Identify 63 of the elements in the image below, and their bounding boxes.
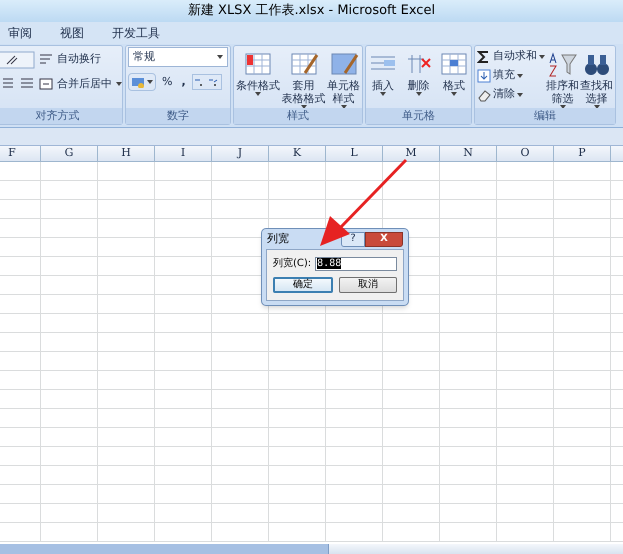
comma-button[interactable]: , bbox=[178, 73, 189, 91]
column-header[interactable]: L bbox=[326, 146, 383, 161]
funnel-icon bbox=[548, 51, 578, 79]
field-label: 列宽(C): bbox=[273, 256, 312, 271]
decimal-icons bbox=[192, 74, 222, 90]
style-button[interactable]: 单元格 样式 bbox=[327, 47, 360, 108]
column-header[interactable]: M bbox=[383, 146, 440, 161]
column-header[interactable]: O bbox=[497, 146, 554, 161]
ok-button[interactable]: 确定 bbox=[273, 277, 333, 293]
column-header[interactable]: N bbox=[440, 146, 497, 161]
group-label: 编辑 bbox=[534, 108, 556, 124]
caret-icon bbox=[217, 55, 223, 59]
number-format-dropdown[interactable]: 常规 bbox=[128, 47, 228, 67]
group-label: 单元格 bbox=[402, 108, 435, 124]
currency-button[interactable] bbox=[128, 73, 156, 91]
style-button[interactable]: 套用 表格格式 bbox=[282, 47, 326, 108]
wrap-text-button[interactable]: 自动换行 bbox=[39, 51, 122, 68]
sort-find-button[interactable]: 排序和 筛选 bbox=[546, 47, 579, 108]
sort-find-button[interactable]: 查找和 选择 bbox=[580, 47, 613, 108]
sigma-icon bbox=[477, 50, 491, 64]
caret-icon bbox=[416, 92, 422, 96]
style-button[interactable]: 条件格式 bbox=[236, 47, 280, 108]
editing-button[interactable]: 自动求和 bbox=[477, 48, 545, 65]
column-header[interactable]: P bbox=[554, 146, 611, 161]
caret-icon bbox=[116, 82, 122, 86]
dialog-title: 列宽 bbox=[267, 230, 289, 247]
width-input-field[interactable]: 8.88 bbox=[315, 256, 397, 270]
merge-center-button[interactable]: 合并后居中 bbox=[39, 76, 122, 92]
group-label: 样式 bbox=[287, 108, 309, 124]
caret-icon bbox=[451, 92, 457, 96]
column-header[interactable]: K bbox=[269, 146, 326, 161]
editing-button[interactable]: 填充 bbox=[477, 67, 545, 84]
caret-icon bbox=[517, 74, 523, 78]
horizontal-scrollbar[interactable] bbox=[0, 544, 623, 554]
cells-button[interactable]: 删除 bbox=[404, 47, 434, 108]
window-title: 新建 XLSX 工作表.xlsx - Microsoft Excel bbox=[188, 2, 436, 20]
caret-icon bbox=[380, 92, 386, 96]
wrap-text-icon bbox=[39, 53, 53, 66]
cells-button[interactable]: 格式 bbox=[439, 47, 469, 108]
merge-cells-icon bbox=[39, 78, 53, 90]
column-header[interactable]: G bbox=[41, 146, 98, 161]
column-header[interactable]: H bbox=[98, 146, 155, 161]
caret-icon bbox=[147, 80, 153, 84]
cells-button[interactable]: 插入 bbox=[368, 47, 398, 108]
ribbon-tab[interactable]: 视图 bbox=[56, 24, 88, 42]
text-angle-icon bbox=[0, 51, 35, 69]
group-label: 数字 bbox=[167, 108, 189, 124]
fill-down-icon bbox=[477, 68, 491, 82]
close-button[interactable]: X bbox=[365, 232, 403, 246]
column-header[interactable]: F bbox=[0, 146, 41, 161]
cancel-button[interactable]: 取消 bbox=[339, 277, 397, 293]
percent-button[interactable]: % bbox=[159, 73, 176, 91]
editing-button[interactable]: 清除 bbox=[477, 86, 545, 103]
money-icon bbox=[131, 76, 145, 88]
eraser-icon bbox=[477, 88, 491, 102]
ribbon-tab[interactable]: 审阅 bbox=[4, 24, 36, 42]
group-label: 对齐方式 bbox=[36, 108, 80, 124]
caret-icon bbox=[255, 92, 261, 96]
ribbon-tab[interactable]: 开发工具 bbox=[108, 24, 164, 42]
column-header[interactable]: I bbox=[155, 146, 212, 161]
caret-icon bbox=[517, 92, 523, 96]
caret-icon bbox=[539, 54, 545, 58]
column-header[interactable]: J bbox=[212, 146, 269, 161]
